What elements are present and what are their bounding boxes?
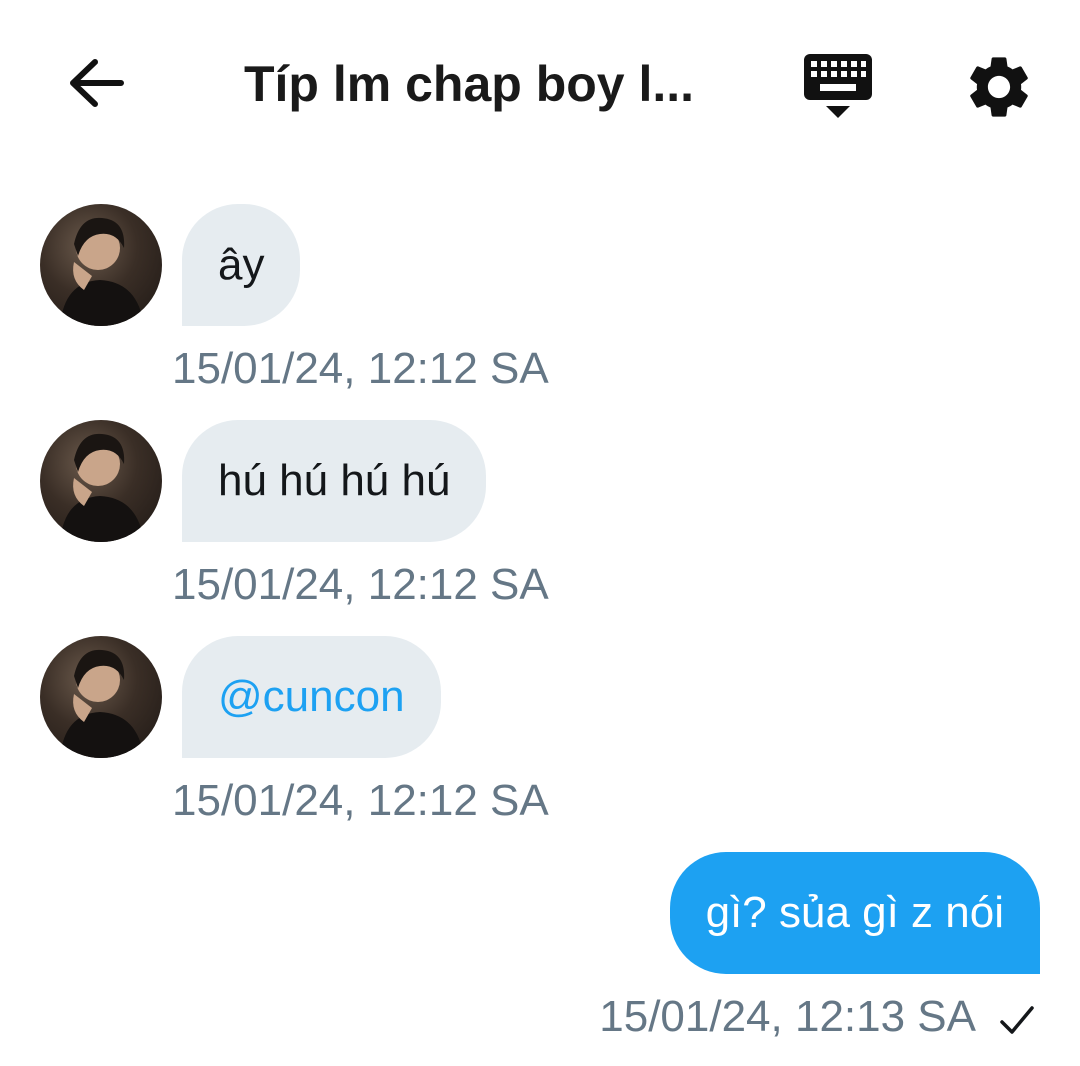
keyboard-hide-icon: [804, 54, 872, 118]
profile-photo: [60, 649, 144, 758]
keyboard-toggle-button[interactable]: [800, 50, 876, 122]
checkmark-icon: [1000, 1006, 1034, 1034]
message-text: ây: [218, 240, 265, 289]
message-timestamp: 15/01/24, 12:13 SA: [599, 992, 976, 1041]
avatar[interactable]: [40, 204, 162, 326]
conversation-title[interactable]: Típ lm chap boy l...: [244, 52, 714, 116]
avatar[interactable]: [40, 636, 162, 758]
message-timestamp: 15/01/24, 12:12 SA: [172, 344, 549, 393]
gear-icon: [970, 57, 1028, 117]
message-bubble[interactable]: hú hú hú hú: [182, 420, 487, 542]
message-timestamp: 15/01/24, 12:12 SA: [172, 560, 549, 609]
chat-header: Típ lm chap boy l...: [0, 0, 1080, 170]
message-bubble[interactable]: gì? sủa gì z nói: [669, 852, 1040, 974]
arrow-left-icon: [70, 59, 124, 107]
message-bubble[interactable]: ây: [182, 204, 301, 326]
message-text: gì? sủa gì z nói: [705, 888, 1004, 937]
message-text: hú hú hú hú: [218, 456, 451, 505]
settings-button[interactable]: [962, 50, 1036, 124]
profile-photo: [60, 217, 144, 326]
profile-photo: [60, 433, 144, 542]
message-bubble[interactable]: @cuncon: [182, 636, 441, 758]
back-button[interactable]: [58, 48, 132, 118]
mention-link[interactable]: @cuncon: [218, 672, 405, 722]
avatar[interactable]: [40, 420, 162, 542]
message-timestamp: 15/01/24, 12:12 SA: [172, 776, 549, 825]
